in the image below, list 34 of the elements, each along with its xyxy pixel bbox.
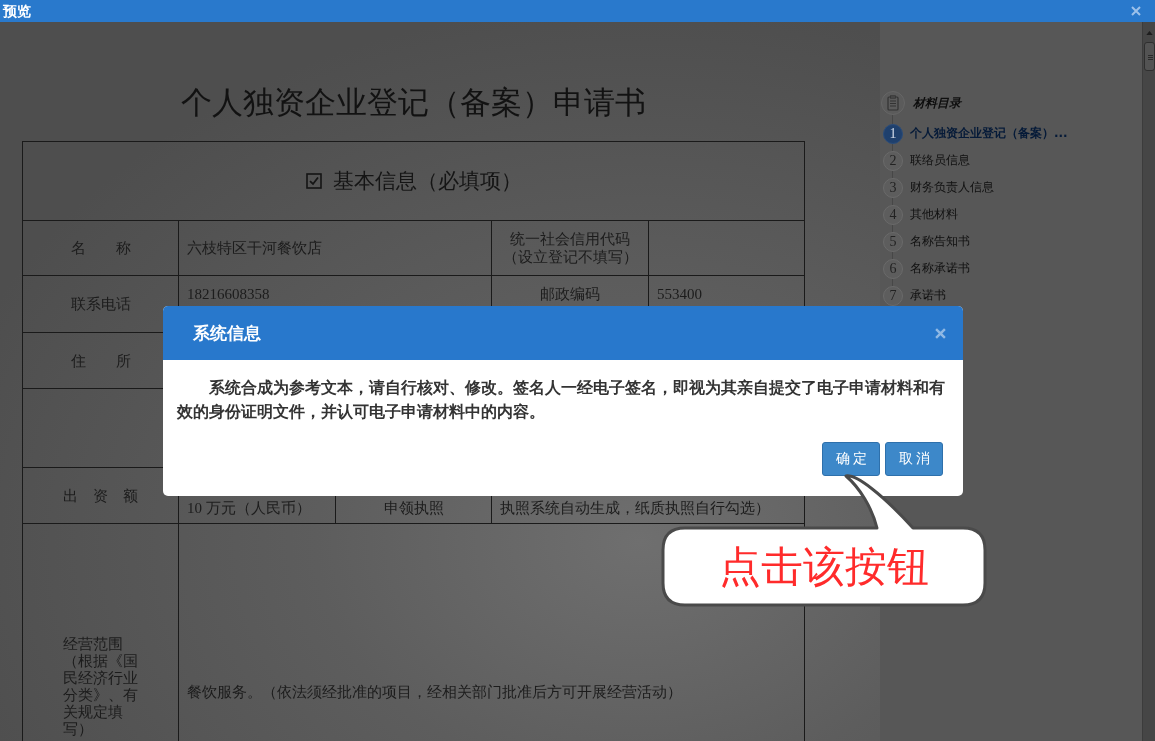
catalog-item[interactable]: 1 个人独资企业登记（备案）... bbox=[880, 120, 1070, 147]
scroll-up-icon[interactable] bbox=[1145, 31, 1153, 35]
catalog-item[interactable]: 6 名称承诺书 bbox=[880, 255, 972, 282]
step-number: 2 bbox=[883, 150, 903, 171]
step-number: 5 bbox=[883, 231, 903, 252]
callout-text: 点击该按钮 bbox=[719, 542, 929, 591]
catalog-title: 材料目录 bbox=[913, 94, 961, 112]
field-value: 553400 bbox=[657, 285, 702, 303]
step-number: 7 bbox=[883, 285, 903, 306]
dialog-title: 系统信息 bbox=[193, 323, 261, 343]
field-value: 执照系统自动生成，纸质执照自行勾选） bbox=[500, 499, 770, 517]
cancel-button[interactable]: 取消 bbox=[885, 442, 943, 476]
catalog-item[interactable]: 7 承诺书 bbox=[880, 282, 948, 309]
catalog-item[interactable]: 5 名称告知书 bbox=[880, 228, 972, 255]
close-icon[interactable] bbox=[935, 327, 946, 339]
field-value: 10 万元（人民币） bbox=[187, 499, 311, 517]
catalog-item[interactable]: 2 联络员信息 bbox=[880, 147, 972, 174]
confirm-button[interactable]: 确定 bbox=[822, 442, 880, 476]
step-number: 4 bbox=[883, 204, 903, 225]
section-heading: 基本信息（必填项） bbox=[332, 168, 522, 194]
step-number: 1 bbox=[883, 123, 903, 144]
field-label: 出 资 额 bbox=[63, 486, 138, 505]
field-value: 18216608358 bbox=[187, 285, 270, 303]
scrollbar-thumb[interactable] bbox=[1143, 42, 1155, 71]
field-label: 邮政编码 bbox=[540, 285, 600, 303]
close-icon[interactable] bbox=[1131, 6, 1141, 16]
field-value: 餐饮服务。（依法须经批准的项目，经相关部门批准后方可开展经营活动） bbox=[187, 683, 682, 701]
window-title: 预览 bbox=[3, 3, 31, 19]
document-title: 个人独资企业登记（备案）申请书 bbox=[181, 84, 646, 122]
catalog-item[interactable]: 4 其他材料 bbox=[880, 201, 960, 228]
field-label: 申领执照 bbox=[383, 499, 444, 517]
step-number: 6 bbox=[883, 258, 903, 279]
dialog-message: 系统合成为参考文本，请自行核对、修改。签名人一经电子签名，即视为其亲自提交了电子申请材料和有效的身份证明文件，并认可电子申请材料中的内容。 bbox=[177, 377, 946, 423]
scrollbar[interactable] bbox=[1142, 22, 1155, 741]
